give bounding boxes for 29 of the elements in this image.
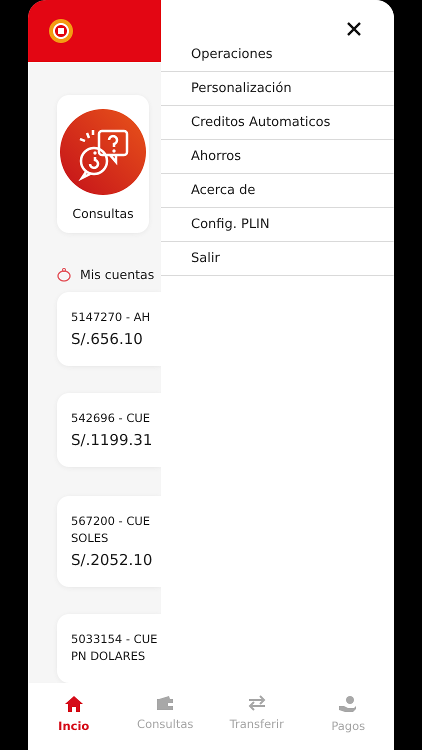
logo-icon (48, 18, 74, 44)
consultas-shortcut[interactable]: Consultas (57, 95, 149, 233)
account-balance: S/.656.10 (71, 330, 144, 348)
menu-item[interactable]: Operaciones (161, 38, 394, 72)
account-card[interactable]: 542696 - CUE S/.1199.31 (57, 393, 161, 467)
account-name: 542696 - CUE (71, 410, 152, 427)
account-name: 5147270 - AH (71, 309, 152, 326)
account-name: SOLES (71, 530, 110, 547)
menu-item[interactable]: Personalización (161, 72, 394, 106)
wallet-icon (155, 695, 176, 711)
account-card[interactable]: 567200 - CUE SOLES S/.2052.10 (57, 496, 161, 587)
menu-item[interactable]: Acerca de (161, 174, 394, 208)
nav-tab[interactable]: Incio (28, 683, 120, 750)
home-icon (64, 695, 84, 713)
account-name: 5033154 - CUE (71, 631, 158, 648)
transfer-arrows-icon (246, 695, 267, 711)
menu-item[interactable]: Ahorros (161, 140, 394, 174)
account-name: 567200 - CUE (71, 513, 152, 530)
menu-item[interactable]: Salir (161, 242, 394, 276)
question-bubbles-icon (60, 109, 146, 195)
menu-item[interactable]: Config. PLIN (161, 208, 394, 242)
account-card[interactable]: 5147270 - AH S/.656.10 (57, 292, 161, 366)
account-balance: S/.1199.31 (71, 431, 154, 449)
menu-item[interactable]: Creditos Automaticos (161, 106, 394, 140)
account-name: PN DOLARES (71, 648, 146, 665)
close-icon[interactable] (347, 22, 361, 36)
section-title: Mis cuentas (80, 267, 154, 282)
account-card[interactable]: 5033154 - CUE PN DOLARES (57, 614, 161, 683)
account-balance: S/.2052.10 (71, 551, 154, 569)
